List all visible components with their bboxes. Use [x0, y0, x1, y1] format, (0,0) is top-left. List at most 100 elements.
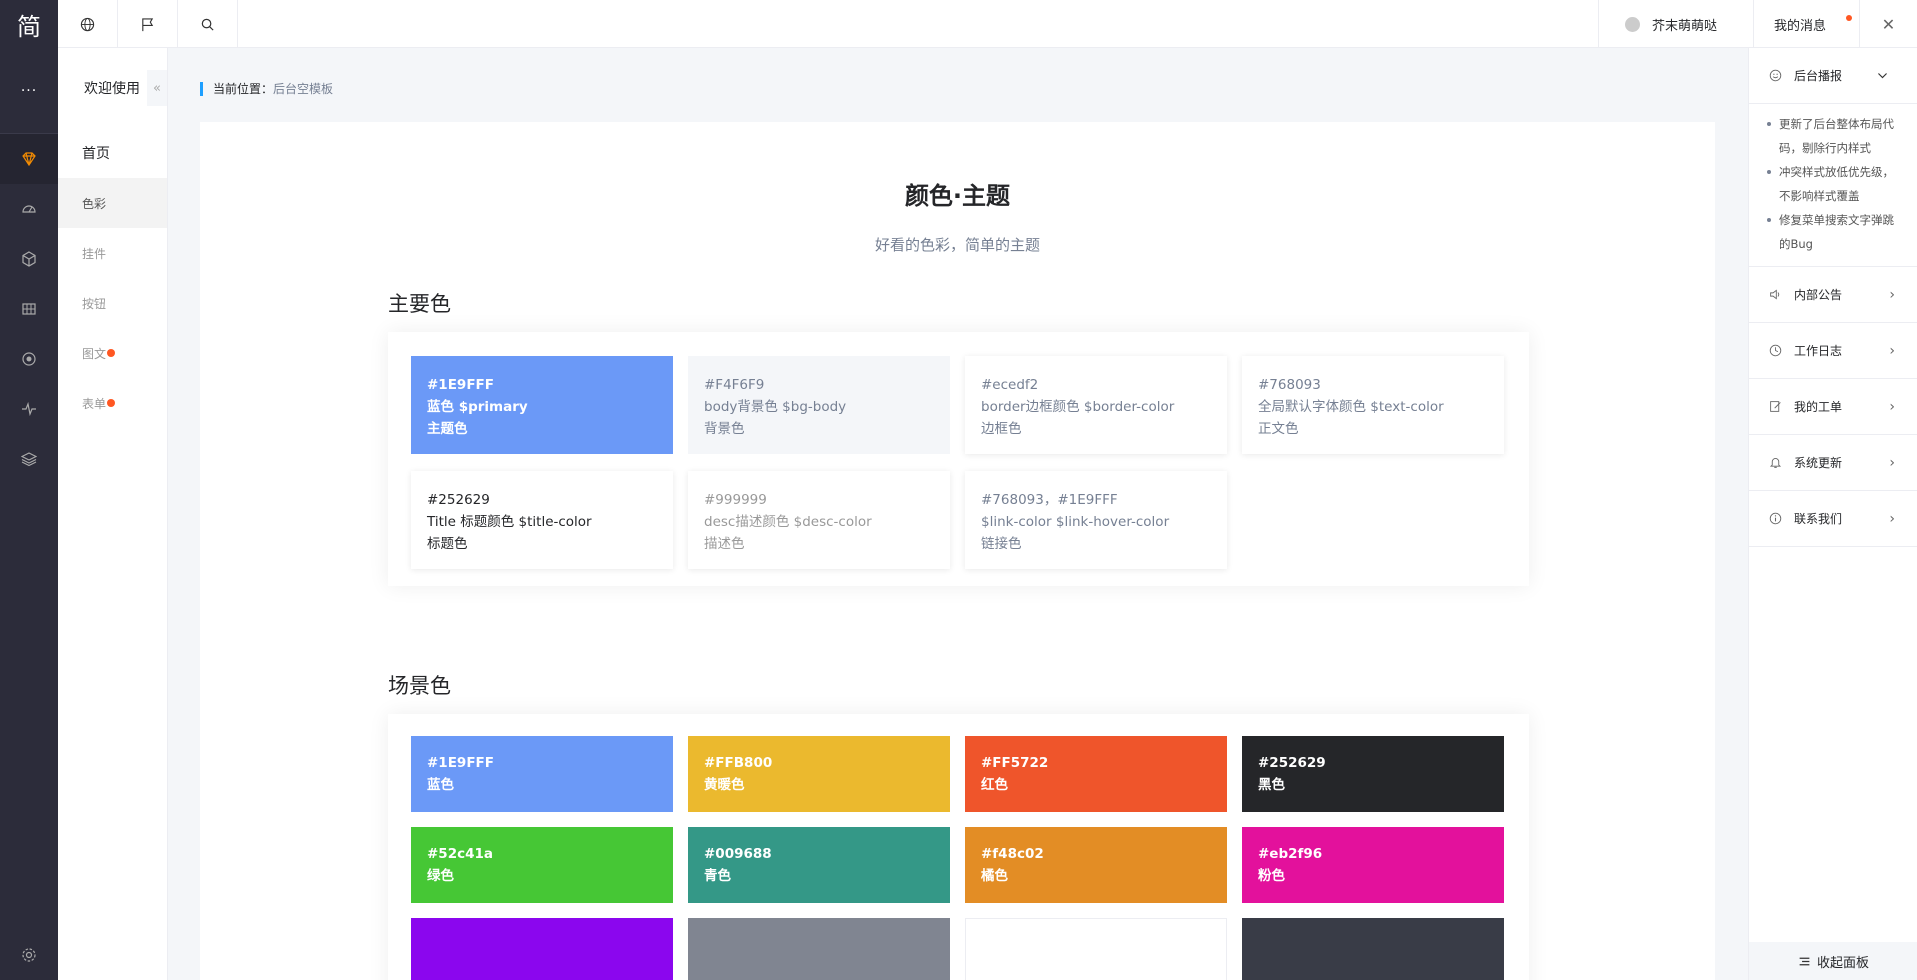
menu-item-home[interactable]: 首页 [58, 128, 167, 178]
user-menu[interactable]: 芥末萌萌哒 [1598, 0, 1753, 48]
swatch-name: 粉色 [1258, 868, 1285, 884]
clock-icon [1769, 344, 1782, 357]
rail-item-components[interactable] [0, 234, 58, 284]
color-name: 背景色 [704, 421, 745, 437]
cube-icon [22, 251, 36, 267]
breadcrumb-prefix: 当前位置： [213, 82, 274, 96]
bell-icon [1769, 458, 1782, 468]
globe-button[interactable] [58, 0, 118, 48]
broadcast-title: 后台播报 [1794, 69, 1843, 83]
color-card-desc: #999999 desc描述颜色 $desc-color 描述色 [688, 471, 950, 569]
color-desc: body背景色 $bg-body [704, 399, 847, 415]
app-logo[interactable]: 简 [0, 0, 58, 48]
swatch-gray [688, 918, 950, 980]
messages-button[interactable]: 我的消息 [1753, 0, 1859, 48]
pulse-icon [22, 401, 36, 417]
color-name: 正文色 [1258, 421, 1299, 437]
rail-item-tables[interactable] [0, 284, 58, 334]
panel-item-label: 工作日志 [1794, 344, 1843, 358]
search-icon [201, 18, 214, 31]
color-hex: #768093 [1258, 377, 1321, 393]
swatch-hex: #252629 [1258, 755, 1326, 771]
list-item: 更新了后台整体布局代码，剔除行内样式 [1761, 112, 1903, 160]
swatch-name: 黑色 [1258, 777, 1285, 793]
dashboard-icon [22, 205, 36, 213]
color-card-title: #252629 Title 标题颜色 $title-color 标题色 [411, 471, 673, 569]
color-name: 链接色 [981, 536, 1022, 552]
scene-section-title: 场景色 [388, 674, 451, 698]
chevron-down-icon [1878, 73, 1887, 79]
chevron-right-icon: › [1889, 286, 1895, 303]
swatch-white [965, 918, 1227, 980]
color-card-bg: #F4F6F9 body背景色 $bg-body 背景色 [688, 356, 950, 454]
close-icon[interactable]: ✕ [1859, 0, 1917, 48]
collapse-panel-label: 收起面板 [1816, 955, 1869, 971]
swatch-hex: #009688 [704, 846, 772, 862]
swatch-name: 蓝色 [427, 777, 454, 793]
panel-item-label: 联系我们 [1794, 512, 1843, 526]
more-icon[interactable]: ··· [0, 48, 58, 134]
color-hex: #999999 [704, 492, 767, 508]
page-subtitle: 好看的色彩，简单的主题 [874, 236, 1040, 254]
swatch-green: #52c41a 绿色 [411, 827, 673, 903]
color-name: 标题色 [427, 536, 468, 552]
swatch-red: #FF5722 红色 [965, 736, 1227, 812]
list-item: 修复菜单搜索文字弹跳的Bug [1761, 208, 1903, 256]
color-name: 描述色 [704, 536, 745, 552]
rail-item-settings[interactable] [0, 930, 58, 980]
flag-button[interactable] [118, 0, 178, 48]
search-button[interactable] [178, 0, 238, 48]
swatch-yellow: #FFB800 黄暖色 [688, 736, 950, 812]
panel-item-contact[interactable]: 联系我们 › [1749, 491, 1917, 547]
swatch-blue: #1E9FFF 蓝色 [411, 736, 673, 812]
list-item: 冲突样式放低优先级，不影响样式覆盖 [1761, 160, 1903, 208]
color-hex: #ecedf2 [981, 377, 1039, 393]
new-dot [107, 399, 116, 407]
menu-item-color[interactable]: 色彩 [58, 178, 167, 228]
rail-item-theme[interactable] [0, 134, 58, 184]
swatch-purple [411, 918, 673, 980]
main-content: 当前位置：后台空模板 颜色·主题 好看的色彩，简单的主题 主要色 #1E9FFF… [168, 48, 1748, 980]
menu-item-label: 色彩 [82, 196, 107, 211]
swatch-name: 绿色 [427, 868, 454, 884]
color-desc: border边框颜色 $border-color [981, 399, 1175, 415]
target-icon [22, 352, 36, 366]
right-panel: 后台播报 更新了后台整体布局代码，剔除行内样式 冲突样式放低优先级，不影响样式覆… [1748, 48, 1917, 980]
menu-item-label: 表单 [82, 396, 107, 411]
panel-item-updates[interactable]: 系统更新 › [1749, 435, 1917, 491]
rail-item-monitor[interactable] [0, 384, 58, 434]
submenu-header: 欢迎使用 « [58, 48, 167, 128]
color-desc: 全局默认字体颜色 $text-color [1258, 399, 1444, 415]
new-dot [107, 349, 116, 357]
color-desc: $link-color $link-hover-color [981, 514, 1170, 530]
menu-item-media[interactable]: 图文 [58, 328, 167, 378]
top-bar: 芥末萌萌哒 我的消息 ✕ [58, 0, 1917, 48]
grid-icon [22, 303, 36, 315]
collapse-icon[interactable]: « [147, 70, 167, 106]
menu-item-label: 挂件 [82, 246, 107, 261]
menu-item-forms[interactable]: 表单 [58, 378, 167, 428]
gem-icon [22, 152, 36, 167]
menu-item-widgets[interactable]: 挂件 [58, 228, 167, 278]
menu-item-buttons[interactable]: 按钮 [58, 278, 167, 328]
speaker-icon [1770, 289, 1780, 300]
swatch-black: #252629 黑色 [1242, 736, 1504, 812]
collapse-panel-button[interactable]: 收起面板 [1749, 942, 1917, 980]
chevron-right-icon: › [1889, 398, 1895, 415]
swatch-hex: #52c41a [427, 846, 493, 862]
rail-item-layers[interactable] [0, 434, 58, 484]
globe-icon [80, 17, 95, 31]
chevron-right-icon: › [1889, 454, 1895, 471]
swatch-pink: #eb2f96 粉色 [1242, 827, 1504, 903]
panel-item-tickets[interactable]: 我的工单 › [1749, 379, 1917, 435]
swatch-teal: #009688 青色 [688, 827, 950, 903]
sub-menu: 欢迎使用 « 首页 色彩 挂件 按钮 图文 表单 [58, 48, 168, 980]
rail-item-target[interactable] [0, 334, 58, 384]
rail-item-dashboard[interactable] [0, 184, 58, 234]
panel-item-worklog[interactable]: 工作日志 › [1749, 323, 1917, 379]
breadcrumb-current[interactable]: 后台空模板 [273, 82, 333, 96]
panel-item-notice[interactable]: 内部公告 › [1749, 267, 1917, 323]
color-hex: #F4F6F9 [704, 377, 765, 393]
breadcrumb: 当前位置：后台空模板 [200, 82, 333, 96]
broadcast-header[interactable]: 后台播报 [1749, 48, 1917, 104]
